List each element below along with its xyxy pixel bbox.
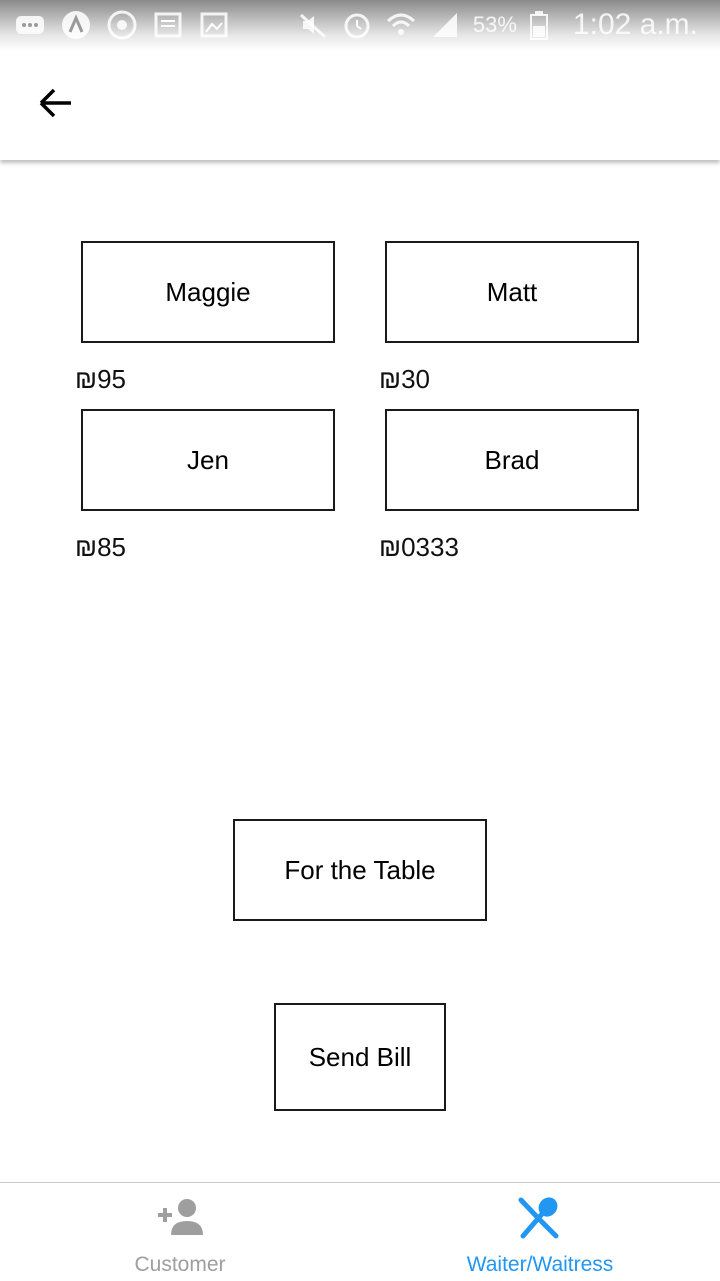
battery-icon [529, 9, 561, 41]
news-icon [152, 9, 184, 41]
person-button-matt[interactable]: Matt [385, 241, 639, 343]
nav-label-waiter: Waiter/Waitress [466, 1253, 614, 1276]
clock: 1:02 a.m. [572, 8, 698, 41]
app-logo-icon [60, 9, 92, 41]
mute-icon [297, 9, 329, 41]
battery-percent: 53% [472, 12, 517, 37]
amount-matt: ₪30 [379, 364, 430, 394]
whatsapp-icon [106, 9, 138, 41]
add-person-icon [154, 1197, 206, 1242]
status-bar: 53% 1:02 a.m. [0, 0, 720, 50]
amount-jen: ₪85 [75, 532, 126, 562]
nav-item-waiter[interactable]: Waiter/Waitress [360, 1183, 720, 1281]
nav-label-customer: Customer [134, 1253, 226, 1276]
app-bar [0, 50, 720, 160]
bottom-navigation: Customer Waiter/Waitress [0, 1182, 720, 1281]
alarm-icon [341, 9, 373, 41]
back-button[interactable] [30, 83, 82, 127]
arrow-back-icon [37, 87, 75, 124]
nav-item-customer[interactable]: Customer [0, 1183, 360, 1281]
person-button-maggie[interactable]: Maggie [81, 241, 335, 343]
signal-icon [429, 9, 461, 41]
wifi-icon [385, 9, 417, 41]
amount-maggie: ₪95 [75, 364, 126, 394]
message-icon [14, 9, 46, 41]
amount-brad: ₪0333 [379, 532, 459, 562]
person-button-brad[interactable]: Brad [385, 409, 639, 511]
gallery-icon [198, 9, 230, 41]
for-the-table-button[interactable]: For the Table [233, 819, 487, 921]
person-button-jen[interactable]: Jen [81, 409, 335, 511]
send-bill-button[interactable]: Send Bill [274, 1003, 446, 1111]
spoon-knife-icon [517, 1197, 563, 1244]
